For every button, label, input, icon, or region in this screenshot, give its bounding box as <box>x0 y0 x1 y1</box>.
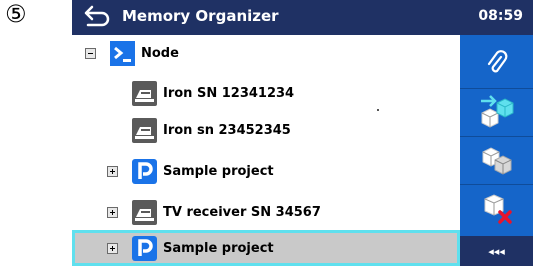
delete-cube-icon <box>484 194 512 224</box>
project-icon <box>132 235 157 261</box>
tree-item-appliance[interactable]: Iron sn 23452345 <box>132 112 432 148</box>
tree-item-project-selected[interactable]: Sample project <box>72 230 460 266</box>
instrument-screen: Memory Organizer 08:59 Node Iron SN 1234… <box>72 0 533 266</box>
back-arrow-icon <box>84 5 110 27</box>
tree-item-label: Node <box>141 45 179 61</box>
appliance-icon <box>132 80 157 106</box>
tree-item-appliance[interactable]: Iron SN 12341234 <box>132 75 432 111</box>
delete-structure-button[interactable] <box>460 186 533 230</box>
side-toolbar: ◂◂◂ <box>460 35 533 266</box>
title-bar: Memory Organizer 08:59 <box>72 0 533 35</box>
tree-item-project[interactable]: Sample project <box>107 153 427 189</box>
expand-toggle[interactable] <box>107 242 118 254</box>
tree-item-label: TV receiver SN 34567 <box>163 204 321 220</box>
node-icon <box>110 40 135 66</box>
attach-button[interactable] <box>460 43 533 83</box>
tree-item-label: Sample project <box>163 240 274 256</box>
appliance-icon <box>132 117 157 143</box>
collapse-toggle[interactable] <box>85 47 96 59</box>
divider <box>460 88 533 89</box>
expand-toggle[interactable] <box>107 165 118 177</box>
project-icon <box>132 158 157 184</box>
divider <box>460 184 533 185</box>
divider <box>460 136 533 137</box>
more-options-button[interactable]: ◂◂◂ <box>460 236 533 266</box>
tree-item-label: Sample project <box>163 163 274 179</box>
tree-item-appliance[interactable]: TV receiver SN 34567 <box>107 194 447 230</box>
back-button[interactable] <box>80 4 112 30</box>
tree-list: Node Iron SN 12341234 Iron sn 23452345 S… <box>72 35 460 266</box>
cubes-icon <box>482 147 511 175</box>
tree-item-label: Iron SN 12341234 <box>163 85 295 101</box>
clock: 08:59 <box>478 8 523 24</box>
pixel-dot <box>377 109 379 111</box>
add-cube-icon <box>480 95 513 128</box>
clone-structure-button[interactable] <box>460 138 533 182</box>
tree-item-label: Iron sn 23452345 <box>163 122 291 138</box>
paperclip-icon <box>487 50 507 73</box>
expand-toggle[interactable] <box>107 206 118 218</box>
tree-item-node[interactable]: Node <box>85 35 385 71</box>
step-marker: ⑤ <box>5 0 27 28</box>
appliance-icon <box>132 199 157 225</box>
page-title: Memory Organizer <box>122 7 279 25</box>
add-structure-button[interactable] <box>460 90 533 134</box>
